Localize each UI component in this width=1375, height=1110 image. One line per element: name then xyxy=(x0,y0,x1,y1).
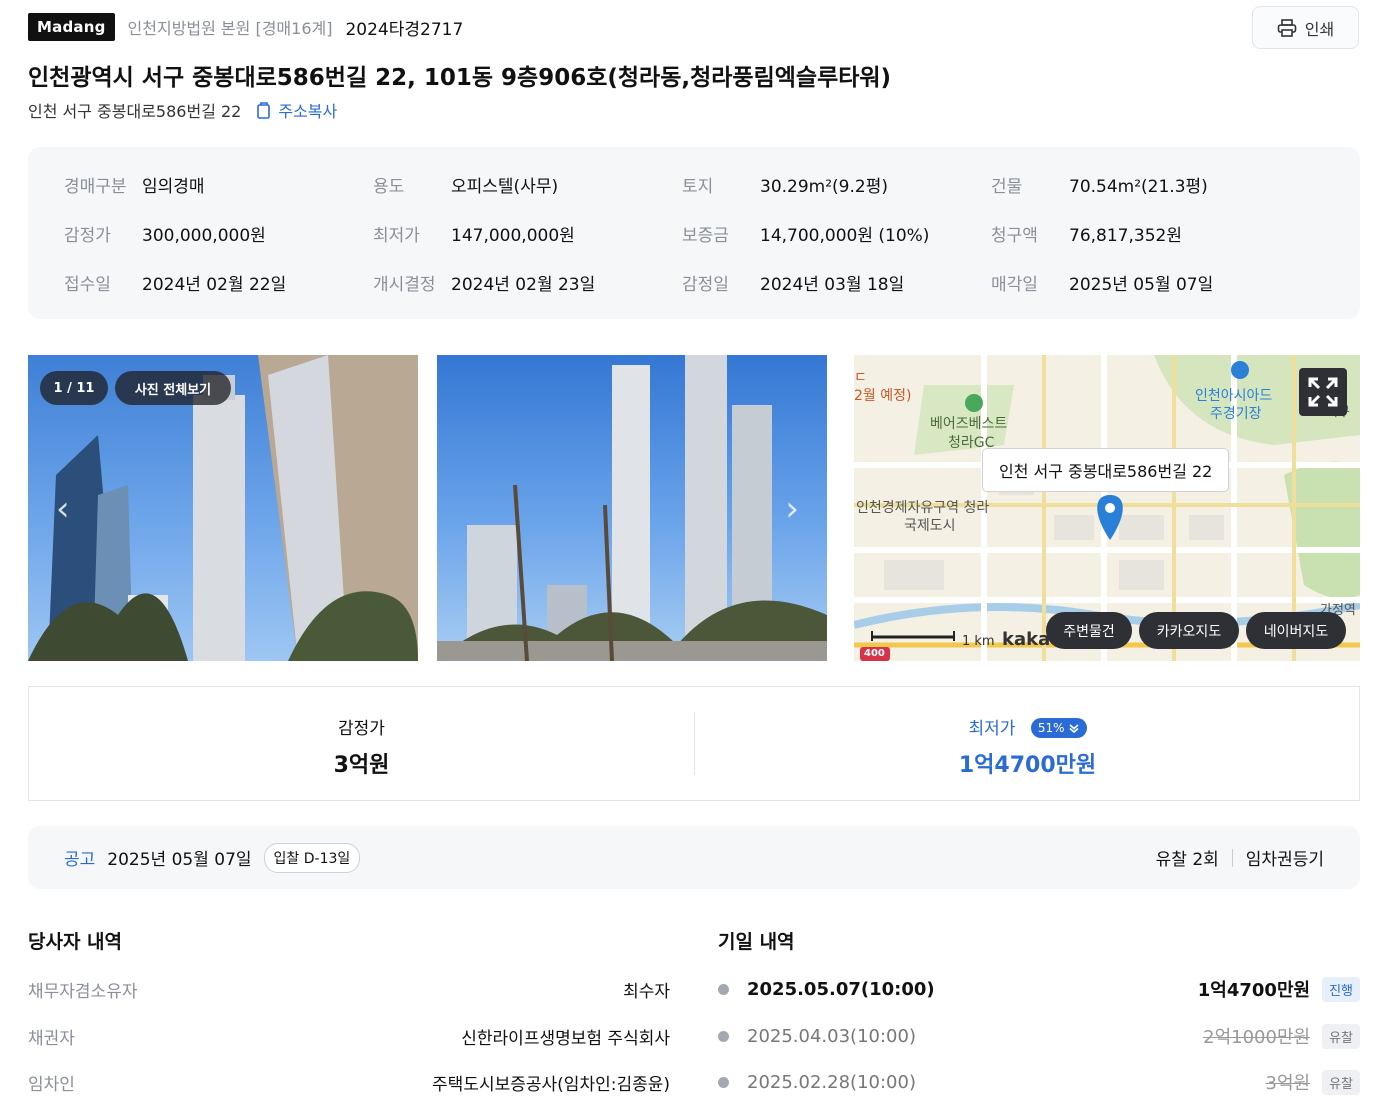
map-label-intl-city: 국제도시 xyxy=(904,518,956,534)
status-badge: 유찰 xyxy=(1322,1023,1360,1049)
map-label-asiad: 인천아시아드 xyxy=(1195,388,1273,404)
price-summary: 감정가 3억원 최저가 51% 1억4700만원 xyxy=(28,686,1360,801)
notice-separator xyxy=(1231,848,1233,867)
notice-label: 공고 xyxy=(64,850,96,870)
notice-date: 2025년 05월 07일 xyxy=(107,850,252,870)
party-row: 채무자겸소유자 최수자 xyxy=(28,982,670,1002)
status-badge: 유찰 xyxy=(1322,1069,1360,1095)
fail-count: 유찰 2회 xyxy=(1155,850,1219,870)
info-appraisal: 감정가 300,000,000원 xyxy=(64,226,266,246)
notice-right: 유찰 2회 임차권등기 xyxy=(1156,845,1324,870)
notice-bar: 공고 2025년 05월 07일 입찰 D-13일 유찰 2회 임차권등기 xyxy=(28,826,1360,889)
next-photo-icon[interactable]: › xyxy=(785,489,799,529)
info-usage: 용도 오피스텔(사무) xyxy=(373,177,559,197)
expand-map-button[interactable] xyxy=(1299,368,1347,416)
history-dot xyxy=(718,983,729,995)
court-name: 인천지방법원 본원 [경매16계] xyxy=(127,19,333,38)
info-deposit: 보증금 14,700,000원 (10%) xyxy=(682,226,930,246)
kakao-map-button[interactable]: 카카오지도 xyxy=(1139,612,1239,649)
chevron-down-icon xyxy=(1068,724,1079,734)
map-scale: 1 km xyxy=(962,634,995,649)
min-price-summary: 최저가 51% 1억4700만원 xyxy=(695,687,1360,800)
info-building: 건물 70.54m²(21.3평) xyxy=(991,177,1208,197)
appraisal-summary: 감정가 3억원 xyxy=(29,687,694,800)
location-map[interactable]: ㄷ 2월 예정) 베어즈베스트 청라GC 인천아시아드 주경기장 인천경제자유구… xyxy=(854,355,1360,661)
parties-title: 당사자 내역 xyxy=(28,931,123,953)
min-price-label: 최저가 xyxy=(968,719,1016,739)
info-min-price: 최저가 147,000,000원 xyxy=(373,226,575,246)
case-number: 2024타경2717 xyxy=(345,19,464,40)
copy-address-button[interactable]: 주소복사 xyxy=(255,98,337,122)
printer-icon xyxy=(1277,18,1297,37)
info-received-date: 접수일 2024년 02월 22일 xyxy=(64,275,287,295)
map-label-edge: ㄷ xyxy=(854,370,867,386)
history-row: 2025.05.07(10:00) 1억4700만원 진행 xyxy=(718,976,1360,1002)
nearby-properties-button[interactable]: 주변물건 xyxy=(1046,612,1132,649)
print-label: 인쇄 xyxy=(1304,19,1335,39)
history-dot xyxy=(718,1030,729,1042)
min-price-value: 1억4700만원 xyxy=(958,753,1097,778)
page-title: 인천광역시 서구 중봉대로586번길 22, 101동 9층906호(청라동,청… xyxy=(28,65,892,91)
photo-2-illustration xyxy=(437,355,827,661)
info-commence-date: 개시결정 2024년 02월 23일 xyxy=(373,275,596,295)
property-photo-2[interactable]: › xyxy=(437,355,827,661)
history-dot xyxy=(718,1076,729,1088)
property-photo-1[interactable]: 1 / 11 사진 전체보기 ‹ xyxy=(28,355,418,661)
history-row: 2025.02.28(10:00) 3억원 유찰 xyxy=(718,1069,1360,1095)
info-sale-date: 매각일 2025년 05월 07일 xyxy=(991,275,1214,295)
info-claim: 청구액 76,817,352원 xyxy=(991,226,1182,246)
status-badge: 진행 xyxy=(1322,976,1360,1002)
info-land: 토지 30.29m²(9.2평) xyxy=(682,177,888,197)
party-row: 채권자 신한라이프생명보험 주식회사 xyxy=(28,1029,670,1049)
map-label-planned: 2월 예정) xyxy=(854,388,912,404)
party-row: 임차인 주택도시보증공사(임차인:김종윤) xyxy=(28,1075,670,1095)
min-price-percent-badge[interactable]: 51% xyxy=(1030,718,1087,738)
history-row: 2025.04.03(10:00) 2억1000만원 유찰 xyxy=(718,1023,1360,1049)
map-label-bears-best: 베어즈베스트 xyxy=(930,416,1008,432)
map-label-ifez: 인천경제자유구역 청라 xyxy=(856,500,990,516)
info-auction-type: 경매구분 임의경매 xyxy=(64,177,205,197)
appraisal-label: 감정가 xyxy=(338,719,385,739)
map-route-number: 400 xyxy=(864,648,885,659)
prev-photo-icon[interactable]: ‹ xyxy=(56,489,70,529)
appraisal-value: 3억원 xyxy=(333,753,390,778)
info-appraisal-date: 감정일 2024년 03월 18일 xyxy=(682,275,905,295)
short-address: 인천 서구 중봉대로586번길 22 xyxy=(28,102,242,121)
copy-address-label: 주소복사 xyxy=(278,102,338,121)
short-address-row: 인천 서구 중봉대로586번길 22 주소복사 xyxy=(28,98,337,122)
naver-map-button[interactable]: 네이버지도 xyxy=(1246,612,1346,649)
history-title: 기일 내역 xyxy=(718,931,795,953)
map-address-tooltip: 인천 서구 중봉대로586번길 22 xyxy=(982,448,1230,492)
map-label-stadium: 주경기장 xyxy=(1210,406,1262,422)
min-price-percent: 51% xyxy=(1037,721,1065,735)
lease-registration: 임차권등기 xyxy=(1245,850,1324,870)
photo-counter: 1 / 11 xyxy=(40,371,108,405)
expand-icon xyxy=(1308,377,1338,407)
copy-icon xyxy=(257,102,271,119)
print-button[interactable]: 인쇄 xyxy=(1252,6,1359,49)
view-all-photos-button[interactable]: 사진 전체보기 xyxy=(115,371,231,405)
case-info-panel: 경매구분 임의경매 용도 오피스텔(사무) 토지 30.29m²(9.2평) 건물 70… xyxy=(28,147,1360,319)
madang-logo[interactable]: Madang xyxy=(28,13,115,41)
bid-dday-badge: 입찰 D-13일 xyxy=(263,842,361,873)
top-bar: Madang 인천지방법원 본원 [경매16계] 2024타경2717 xyxy=(28,12,463,42)
